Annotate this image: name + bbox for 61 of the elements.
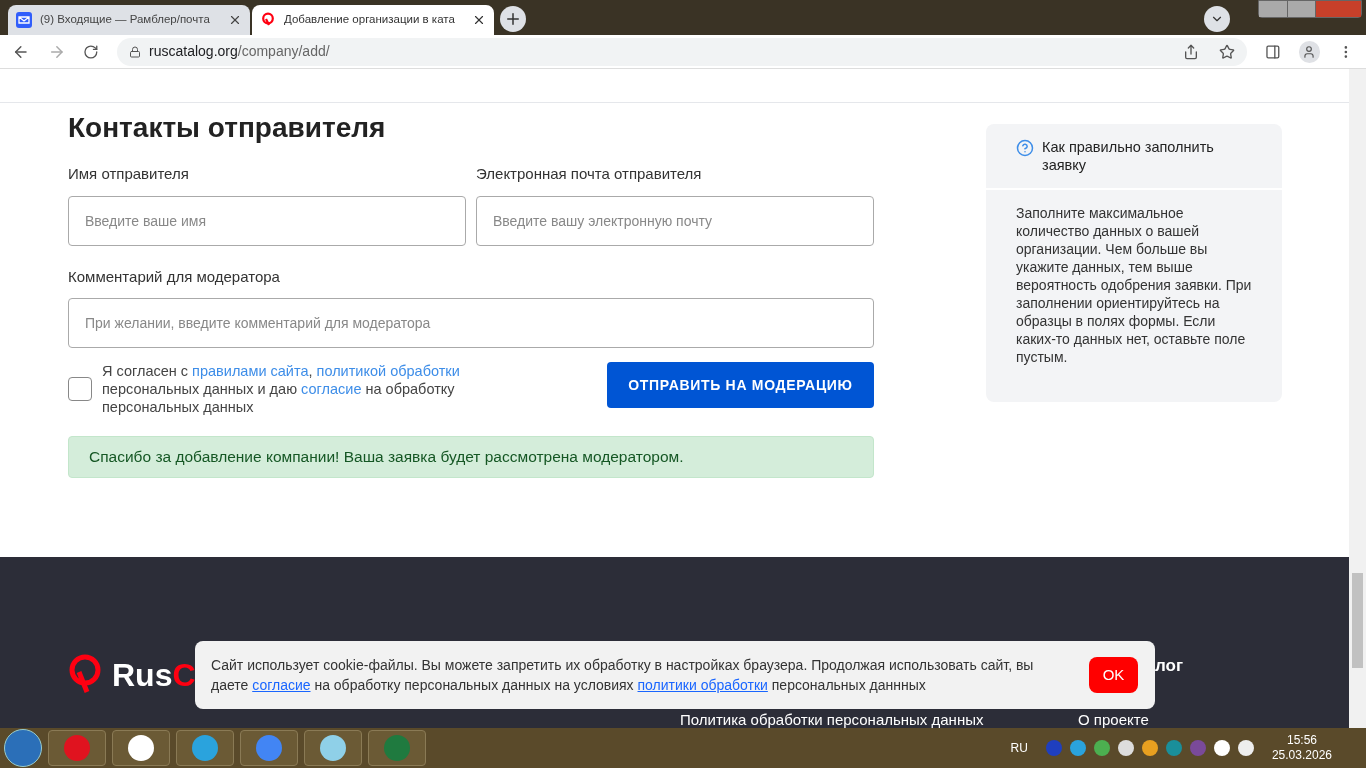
address-bar[interactable]: ruscatalog.org/company/add/: [117, 37, 1247, 66]
link[interactable]: правилами сайта: [192, 363, 309, 379]
tab-search-button[interactable]: [1204, 6, 1230, 32]
clock-time: 15:56: [1286, 733, 1317, 748]
cookie-text: Сайт использует cookie-файлы. Вы можете запретить их обработку в настройках браузера. Продолжая использовать сайт, вы даете согласие на обработку персональных данных на условиях политики обработки персональных даннных: [211, 657, 1034, 694]
consent-text: Я согласен с правилами сайта, политикой обработки персональных данных и даю согласие на обработку персональных данных: [102, 363, 460, 415]
tray-icon[interactable]: [1213, 740, 1230, 756]
app-icon: [64, 735, 90, 761]
side-panel-icon[interactable]: [1264, 43, 1281, 60]
url-text: ruscatalog.org/company/add/: [149, 42, 330, 61]
app-icon: [384, 735, 410, 761]
pin-icon: [260, 12, 276, 28]
input-field[interactable]: Введите вашу электронную почту: [476, 195, 874, 246]
close-icon[interactable]: [472, 13, 486, 27]
app-icon: [192, 735, 218, 761]
browser-tab[interactable]: Добавление организации в ката: [252, 5, 494, 35]
plus-icon: [504, 10, 522, 28]
link[interactable]: политикой обработки: [316, 363, 460, 379]
share-icon[interactable]: [1182, 43, 1199, 60]
app-icon: [320, 735, 346, 761]
star-icon[interactable]: [1218, 43, 1235, 60]
taskbar-app[interactable]: [304, 730, 362, 766]
start-button[interactable]: [4, 729, 42, 767]
footer-link[interactable]: О проекте: [1078, 711, 1149, 728]
help-text: Заполните максимальное количество данных о вашей организации. Чем больше вы укажите данных, тем выше вероятность одобрения заявки. При заполнении ориентируйтесь на образцы в полях формы. Если каких-то данных нет, оставьте поле пустым.: [1015, 204, 1253, 366]
profile-icon[interactable]: [1298, 40, 1321, 63]
section-heading: Контакты отправителя: [68, 111, 387, 145]
clock-date: 25.03.2026: [1271, 748, 1332, 763]
help-title: Как правильно заполнить заявку: [1042, 138, 1215, 174]
reload-icon[interactable]: [83, 43, 100, 60]
browser-tab[interactable]: (9) Входящие — Рамблер/почта: [8, 5, 250, 35]
input-field[interactable]: Введите ваше имя: [68, 195, 466, 246]
restore-button[interactable]: [1287, 1, 1315, 17]
new-tab-button[interactable]: [500, 6, 526, 32]
field-label: Комментарий для модератора: [68, 266, 281, 287]
tray-icon[interactable]: [1141, 740, 1158, 756]
link[interactable]: согласие: [301, 381, 362, 397]
checkbox[interactable]: [68, 377, 92, 401]
mail-icon: [16, 12, 32, 28]
close-icon[interactable]: [228, 13, 242, 27]
tab-title: (9) Входящие — Рамблер/почта: [40, 12, 211, 28]
taskbar-app[interactable]: [112, 730, 170, 766]
tray-icon[interactable]: [1117, 740, 1134, 756]
logo-text: RusC: [112, 656, 196, 696]
language-indicator[interactable]: RU: [1010, 739, 1028, 757]
link[interactable]: политики обработки: [637, 677, 768, 694]
submit-button[interactable]: ОТПРАВИТЬ НА МОДЕРАЦИЮ: [607, 362, 874, 408]
footer-heading: лог: [1155, 655, 1184, 678]
tab-title: Добавление организации в ката: [284, 12, 456, 28]
link[interactable]: согласие: [252, 677, 311, 694]
app-icon: [128, 735, 154, 761]
field-label: Электронная почта отправителя: [476, 164, 703, 184]
ok-button[interactable]: OK: [1089, 657, 1138, 694]
success-message: Спасибо за добавление компании! Ваша заявка будет рассмотрена модератором.: [68, 436, 874, 478]
lock-icon: [129, 45, 142, 58]
field-label: Имя отправителя: [68, 164, 190, 184]
help-icon: [1016, 139, 1034, 157]
comment-field[interactable]: При желании, введите комментарий для модератора: [68, 298, 874, 348]
tray-icon[interactable]: [1237, 740, 1254, 756]
footer-link[interactable]: Политика обработки персональных данных: [680, 711, 984, 728]
app-icon: [256, 735, 282, 761]
